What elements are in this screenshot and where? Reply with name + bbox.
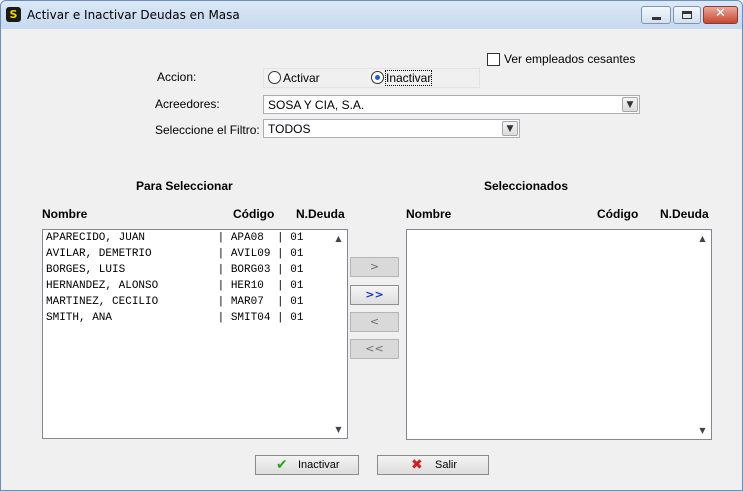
list-item[interactable]: HERNANDEZ, ALONSO | HER10 | 01 — [46, 278, 303, 294]
action-label: Accion: — [157, 70, 197, 84]
available-list-items: APARECIDO, JUAN | APA08 | 01 AVILAR, DEME… — [46, 230, 303, 326]
main-window: S Activar e Inactivar Deudas en Masa ✕ V… — [0, 0, 743, 491]
x-icon: ✖ — [411, 457, 423, 473]
scroll-up-icon[interactable]: ▲ — [330, 230, 347, 247]
left-col-name: Nombre — [42, 207, 88, 221]
scroll-down-icon[interactable]: ▼ — [330, 421, 347, 438]
left-col-debt: N.Deuda — [296, 207, 345, 221]
window-title: Activar e Inactivar Deudas en Masa — [27, 8, 240, 22]
list-item[interactable]: BORGES, LUIS | BORG03 | 01 — [46, 262, 303, 278]
filter-label: Seleccione el Filtro: — [155, 123, 260, 137]
app-shield-icon[interactable]: S — [6, 7, 21, 22]
available-list[interactable]: APARECIDO, JUAN | APA08 | 01 AVILAR, DEME… — [42, 229, 348, 439]
move-selected-right-button[interactable]: > — [350, 257, 399, 277]
activate-radio[interactable]: Activar — [268, 71, 320, 85]
list-item[interactable]: SMITH, ANA | SMIT04 | 01 — [46, 310, 303, 326]
left-panel-title: Para Seleccionar — [136, 179, 233, 193]
inactivate-button[interactable]: ✔ Inactivar — [255, 455, 359, 475]
right-col-debt: N.Deuda — [660, 207, 709, 221]
filter-value: TODOS — [268, 122, 311, 136]
move-all-left-button[interactable]: << — [350, 339, 399, 359]
list-item[interactable]: AVILAR, DEMETRIO | AVIL09 | 01 — [46, 246, 303, 262]
minimize-icon — [652, 17, 661, 20]
show-former-employees-checkbox[interactable] — [487, 53, 500, 66]
maximize-icon — [682, 11, 692, 19]
close-icon: ✕ — [715, 6, 726, 21]
creditors-label: Acreedores: — [155, 97, 220, 111]
list-item[interactable]: APARECIDO, JUAN | APA08 | 01 — [46, 230, 303, 246]
close-button[interactable]: ✕ — [703, 6, 738, 24]
available-list-scrollbar[interactable]: ▲ ▼ — [330, 230, 347, 438]
checkmark-icon: ✔ — [276, 457, 288, 473]
move-selected-left-button[interactable]: < — [350, 312, 399, 332]
chevron-down-icon[interactable]: ▼ — [622, 97, 638, 112]
creditors-value: SOSA Y CIA, S.A. — [268, 98, 365, 112]
show-former-employees-label: Ver empleados cesantes — [504, 52, 636, 66]
right-col-name: Nombre — [406, 207, 452, 221]
activate-radio-label: Activar — [283, 71, 320, 85]
inactivate-radio-circle[interactable] — [371, 71, 384, 84]
inactivate-button-label: Inactivar — [298, 459, 340, 471]
filter-combobox[interactable]: TODOS ▼ — [263, 119, 520, 138]
creditors-combobox[interactable]: SOSA Y CIA, S.A. ▼ — [263, 95, 640, 114]
scroll-up-icon[interactable]: ▲ — [694, 230, 711, 247]
right-panel-title: Seleccionados — [484, 179, 569, 193]
inactivate-radio[interactable]: Inactivar — [371, 70, 433, 86]
selected-list[interactable]: ▲ ▼ — [406, 229, 712, 440]
exit-button[interactable]: ✖ Salir — [377, 455, 489, 475]
scroll-down-icon[interactable]: ▼ — [694, 422, 711, 439]
chevron-down-icon[interactable]: ▼ — [502, 121, 518, 136]
selected-list-scrollbar[interactable]: ▲ ▼ — [694, 230, 711, 439]
list-item[interactable]: MARTINEZ, CECILIO | MAR07 | 01 — [46, 294, 303, 310]
maximize-button[interactable] — [673, 6, 701, 24]
inactivate-radio-label: Inactivar — [384, 70, 433, 86]
activate-radio-circle[interactable] — [268, 71, 281, 84]
minimize-button[interactable] — [641, 6, 671, 24]
exit-button-label: Salir — [435, 459, 458, 471]
move-all-right-button[interactable]: >> — [350, 285, 399, 305]
title-bar[interactable]: S Activar e Inactivar Deudas en Masa ✕ — [1, 1, 742, 29]
left-col-code: Código — [233, 207, 275, 221]
action-radio-group: Activar Inactivar — [263, 68, 480, 88]
right-col-code: Código — [597, 207, 639, 221]
